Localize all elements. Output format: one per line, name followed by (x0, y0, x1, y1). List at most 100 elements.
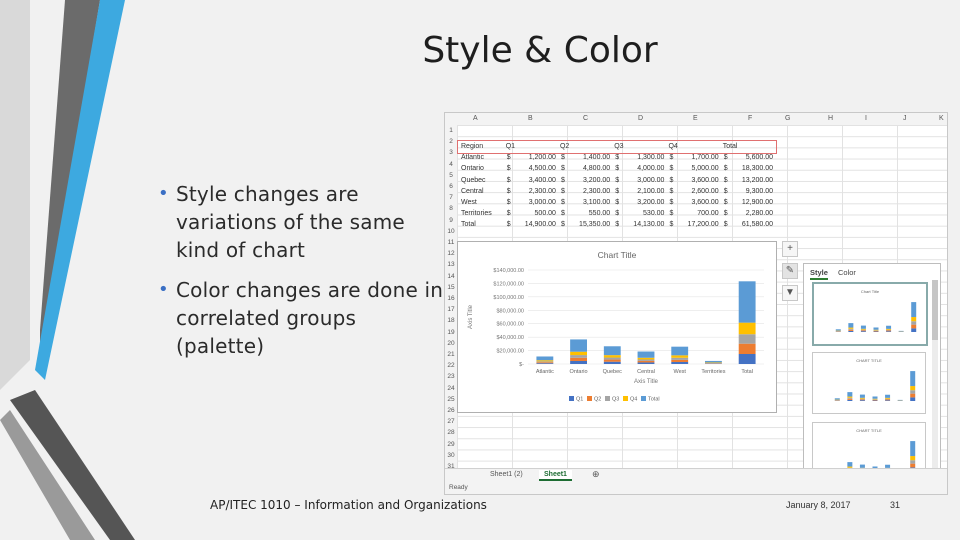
value-cell[interactable]: 2,300.00 (513, 186, 558, 197)
currency-cell[interactable]: $ (721, 175, 730, 186)
chart-area[interactable]: Chart Title $- $20,000.00 $40,000.00 $60,000… (457, 241, 777, 413)
currency-cell[interactable]: $ (612, 208, 621, 219)
currency-cell[interactable]: $ (666, 175, 675, 186)
currency-cell[interactable]: $ (504, 186, 513, 197)
row-header[interactable]: 16 (445, 295, 457, 302)
value-cell[interactable]: 3,600.00 (675, 175, 720, 186)
row-header[interactable]: 28 (445, 429, 457, 436)
row-header[interactable]: 11 (445, 239, 457, 246)
currency-cell[interactable]: $ (721, 197, 730, 208)
tab-color[interactable]: Color (838, 268, 856, 277)
currency-cell[interactable]: $ (558, 219, 567, 230)
row-header[interactable]: 23 (445, 373, 457, 380)
currency-cell[interactable]: $ (721, 163, 730, 174)
column-header[interactable]: K (939, 115, 944, 122)
value-cell[interactable]: 15,350.00 (567, 219, 612, 230)
value-cell[interactable]: 2,100.00 (621, 186, 666, 197)
value-cell[interactable]: 3,000.00 (621, 175, 666, 186)
region-cell[interactable]: West (459, 197, 504, 208)
value-cell[interactable]: 530.00 (621, 208, 666, 219)
row-header[interactable]: 9 (445, 217, 457, 224)
row-header[interactable]: 19 (445, 329, 457, 336)
value-cell[interactable]: 13,200.00 (730, 175, 775, 186)
currency-cell[interactable]: $ (612, 219, 621, 230)
column-header[interactable]: I (865, 115, 867, 122)
row-header[interactable]: 17 (445, 306, 457, 313)
row-header[interactable]: 30 (445, 452, 457, 459)
row-header[interactable]: 18 (445, 317, 457, 324)
style-thumbnail[interactable]: Chart Title (812, 282, 928, 346)
row-header[interactable]: 5 (445, 172, 457, 179)
row-header[interactable]: 22 (445, 362, 457, 369)
column-header[interactable]: J (903, 115, 907, 122)
value-cell[interactable]: 17,200.00 (675, 219, 720, 230)
plus-icon[interactable]: + (782, 241, 798, 257)
column-header[interactable]: D (638, 115, 643, 122)
currency-cell[interactable]: $ (666, 208, 675, 219)
row-header[interactable]: 14 (445, 273, 457, 280)
row-header[interactable]: 26 (445, 407, 457, 414)
currency-cell[interactable]: $ (558, 175, 567, 186)
value-cell[interactable]: 3,100.00 (567, 197, 612, 208)
row-header[interactable]: 6 (445, 183, 457, 190)
row-header[interactable]: 4 (445, 161, 457, 168)
value-cell[interactable]: 500.00 (513, 208, 558, 219)
currency-cell[interactable]: $ (504, 197, 513, 208)
currency-cell[interactable]: $ (504, 208, 513, 219)
value-cell[interactable]: 12,900.00 (730, 197, 775, 208)
value-cell[interactable]: 4,500.00 (513, 163, 558, 174)
currency-cell[interactable]: $ (666, 197, 675, 208)
row-header[interactable]: 24 (445, 385, 457, 392)
region-cell[interactable]: Quebec (459, 175, 504, 186)
column-header[interactable]: G (785, 115, 790, 122)
column-header[interactable]: B (528, 115, 533, 122)
value-cell[interactable]: 2,280.00 (730, 208, 775, 219)
value-cell[interactable]: 61,580.00 (730, 219, 775, 230)
sheet-tab[interactable]: Sheet1 (2) (485, 470, 528, 479)
tab-style[interactable]: Style (810, 268, 828, 280)
currency-cell[interactable]: $ (504, 175, 513, 186)
column-header[interactable]: F (748, 115, 752, 122)
value-cell[interactable]: 2,600.00 (675, 186, 720, 197)
add-sheet-icon[interactable]: ⊕ (587, 468, 605, 481)
row-header[interactable]: 7 (445, 194, 457, 201)
brush-icon[interactable]: ✎ (782, 263, 798, 279)
column-header[interactable]: A (473, 115, 478, 122)
currency-cell[interactable]: $ (612, 175, 621, 186)
filter-icon[interactable]: ▼ (782, 285, 798, 301)
row-header[interactable]: 2 (445, 138, 457, 145)
value-cell[interactable]: 3,000.00 (513, 197, 558, 208)
currency-cell[interactable]: $ (612, 197, 621, 208)
currency-cell[interactable]: $ (721, 208, 730, 219)
currency-cell[interactable]: $ (612, 163, 621, 174)
value-cell[interactable]: 5,000.00 (675, 163, 720, 174)
row-header[interactable]: 13 (445, 261, 457, 268)
value-cell[interactable]: 14,900.00 (513, 219, 558, 230)
row-header[interactable]: 10 (445, 228, 457, 235)
value-cell[interactable]: 4,800.00 (567, 163, 612, 174)
value-cell[interactable]: 9,300.00 (730, 186, 775, 197)
value-cell[interactable]: 3,400.00 (513, 175, 558, 186)
row-header[interactable]: 3 (445, 149, 457, 156)
column-header[interactable]: H (828, 115, 833, 122)
currency-cell[interactable]: $ (558, 197, 567, 208)
value-cell[interactable]: 700.00 (675, 208, 720, 219)
value-cell[interactable]: 2,300.00 (567, 186, 612, 197)
value-cell[interactable]: 3,200.00 (621, 197, 666, 208)
region-cell[interactable]: Ontario (459, 163, 504, 174)
sheet-tab-active[interactable]: Sheet1 (539, 470, 572, 481)
row-header[interactable]: 20 (445, 340, 457, 347)
value-cell[interactable]: 14,130.00 (621, 219, 666, 230)
row-header[interactable]: 12 (445, 250, 457, 257)
region-cell[interactable]: Total (459, 219, 504, 230)
column-header[interactable]: E (693, 115, 698, 122)
currency-cell[interactable]: $ (666, 219, 675, 230)
value-cell[interactable]: 4,000.00 (621, 163, 666, 174)
style-thumbnail[interactable]: CHART TITLE (812, 352, 926, 414)
region-cell[interactable]: Territories (459, 208, 504, 219)
row-header[interactable]: 29 (445, 441, 457, 448)
value-cell[interactable]: 3,600.00 (675, 197, 720, 208)
currency-cell[interactable]: $ (666, 163, 675, 174)
currency-cell[interactable]: $ (721, 219, 730, 230)
currency-cell[interactable]: $ (612, 186, 621, 197)
